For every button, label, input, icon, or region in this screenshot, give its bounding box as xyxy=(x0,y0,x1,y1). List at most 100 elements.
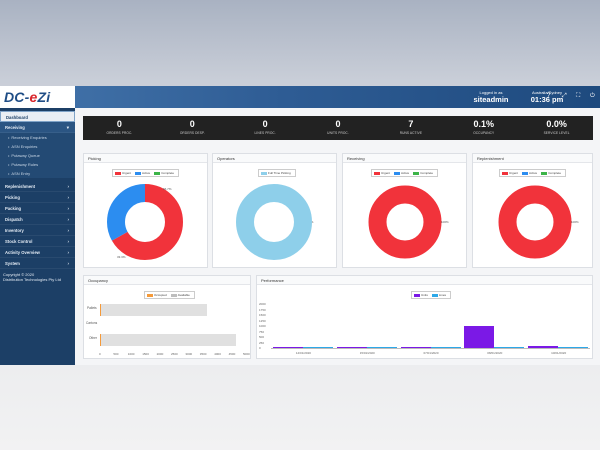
performance-bar-units[interactable] xyxy=(400,346,431,348)
x-tick-label: 3000 xyxy=(185,352,193,356)
sidebar-item-stock-control[interactable]: Stock Control › xyxy=(0,236,75,247)
brand-logo[interactable]: DC-e Zi xyxy=(0,86,75,108)
chevron-right-icon: › xyxy=(67,250,70,255)
sidebar-item-receiving[interactable]: Receiving ▾ xyxy=(0,122,75,133)
sidebar-item-dispatch[interactable]: Dispatch › xyxy=(0,214,75,225)
sidebar-item-system[interactable]: System › xyxy=(0,258,75,269)
logo-text-prefix: DC- xyxy=(4,89,30,105)
legend-item-complete[interactable]: Complete xyxy=(154,171,174,175)
topbar: Logged in as siteadmin Australia/Sydney … xyxy=(75,86,600,108)
app-window: DC-eZi Dashboard Receiving▾ Receiving En… xyxy=(0,86,600,365)
panel-operators: Operators Full Time Picking 1 xyxy=(212,153,337,268)
data-label-full-time: 1 xyxy=(312,220,314,224)
x-tick-label: 10/01/2020 xyxy=(551,351,567,355)
occupancy-bar-available-pallets[interactable] xyxy=(100,304,207,316)
x-tick-label: 3500 xyxy=(199,352,207,356)
sidebar-item-replenishment[interactable]: Replenishment › xyxy=(0,181,75,192)
row-label-pallets: Pallets xyxy=(87,306,97,310)
data-label-active: 33.3% xyxy=(117,255,126,259)
performance-bar-lines[interactable] xyxy=(494,347,525,348)
stat-service-level: 0.0% SERVICE LEVEL xyxy=(543,119,570,135)
legend-item-full-time-picking[interactable]: Full Time Picking xyxy=(261,171,291,175)
chevron-right-icon: › xyxy=(67,239,70,244)
occupancy-bar-occupied-pallets[interactable] xyxy=(100,304,101,316)
occupancy-plot-area: Pallets Cartons Other 0 500 1000 1500 2000 25… xyxy=(84,276,252,360)
stat-runs-active: 7 RUNS ACTIVE xyxy=(399,119,423,135)
panel-occupancy: Occupancy Occupied Available Pallets Car… xyxy=(83,275,251,359)
y-tick-label: 0 xyxy=(259,346,261,350)
data-label-urgent: 100% xyxy=(441,220,449,224)
x-tick-label: 4500 xyxy=(228,352,236,356)
logo-text-suffix: Zi xyxy=(37,89,51,105)
help-icon[interactable]: ? xyxy=(547,93,550,99)
sidebar-subitem-asn-entry[interactable]: ASN Entry xyxy=(0,169,75,178)
x-tick-label: 15/01/2020 xyxy=(359,351,375,355)
row-label-cartons: Cartons xyxy=(86,321,98,325)
sidebar-subitem-receiving-enquiries[interactable]: Receiving Enquiries xyxy=(0,133,75,142)
sidebar-item-picking[interactable]: Picking › xyxy=(0,192,75,203)
x-tick-label: 1500 xyxy=(142,352,149,356)
sidebar-subitem-putaway-queue[interactable]: Putaway Queue xyxy=(0,151,75,160)
chart-legend: Full Time Picking xyxy=(258,169,296,177)
performance-bar-lines[interactable] xyxy=(302,347,333,348)
sidebar-subitem-putaway-rules[interactable]: Putaway Rules xyxy=(0,160,75,169)
stat-occupancy: 0.1% OCCUPANCY xyxy=(473,119,495,135)
x-tick-label: 500 xyxy=(113,352,119,356)
performance-bar-lines[interactable] xyxy=(366,347,397,348)
x-tick-label: 08/01/2020 xyxy=(487,351,503,355)
performance-bar-units[interactable] xyxy=(528,345,559,348)
chevron-right-icon: › xyxy=(67,195,70,200)
occupancy-bar-occupied-other[interactable] xyxy=(100,334,101,346)
legend-item-active[interactable]: Active xyxy=(522,171,537,175)
copyright: Copyright © 2020 Distribution Technologi… xyxy=(3,272,61,282)
performance-plot-area: 2000 1750 1500 1250 1000 750 500 250 0 14/01/2020… xyxy=(257,276,594,360)
legend-item-active[interactable]: Active xyxy=(394,171,409,175)
legend-item-urgent[interactable]: Urgent xyxy=(502,171,518,175)
donut-chart-receiving xyxy=(368,185,442,259)
sidebar-item-activity-overview[interactable]: Activity Overview › xyxy=(0,247,75,258)
chevron-right-icon: › xyxy=(67,261,70,266)
performance-bar-lines[interactable] xyxy=(558,347,589,348)
sidebar-item-dashboard[interactable]: Dashboard xyxy=(0,111,75,122)
donut-chart-replenishment xyxy=(498,185,572,259)
chevron-down-icon: ▾ xyxy=(66,125,69,130)
y-tick-label: 750 xyxy=(259,329,265,334)
x-tick-label: 14/01/2020 xyxy=(295,351,311,355)
sidebar-item-packing[interactable]: Packing › xyxy=(0,203,75,214)
legend-item-complete[interactable]: Complete xyxy=(541,171,561,175)
x-tick-label: 07/01/2020 xyxy=(423,351,439,355)
stats-bar: 0 ORDERS PROC. 0 ORDERS DESP. 0 LINES PROC.… xyxy=(83,116,593,140)
stat-lines-proc: 0 LINES PROC. xyxy=(254,119,276,135)
donut-slice-full-time-picking[interactable] xyxy=(236,184,312,260)
performance-bar-units[interactable] xyxy=(464,326,495,348)
performance-bar-lines[interactable] xyxy=(430,347,461,348)
sidebar-subitem-asn-enquiries[interactable]: ASN Enquiries xyxy=(0,142,75,151)
chart-legend: Urgent Active Complete xyxy=(112,169,180,177)
fullscreen-icon[interactable]: ⛶ xyxy=(576,93,580,100)
legend-item-active[interactable]: Active xyxy=(135,171,150,175)
power-icon[interactable]: ⏻ xyxy=(590,93,595,100)
data-label-urgent: 66.7% xyxy=(163,187,172,191)
y-tick-label: 1250 xyxy=(259,318,266,323)
y-tick-label: 1500 xyxy=(259,313,266,317)
chevron-right-icon: › xyxy=(67,206,70,211)
donut-slice-urgent[interactable] xyxy=(498,185,572,259)
legend-item-urgent[interactable]: Urgent xyxy=(374,171,390,175)
chevron-right-icon: › xyxy=(67,184,70,189)
chevron-right-icon: › xyxy=(67,228,70,233)
sidebar-nav: Dashboard Receiving▾ Receiving Enquiries… xyxy=(0,111,75,269)
sidebar-item-inventory[interactable]: Inventory › xyxy=(0,225,75,236)
panel-title: Receiving xyxy=(343,154,466,163)
expand-icon[interactable]: ⤢ xyxy=(562,93,567,100)
stat-orders-proc: 0 ORDERS PROC. xyxy=(106,119,133,135)
row-label-other: Other xyxy=(89,336,97,340)
performance-bar-units[interactable] xyxy=(272,347,303,348)
panel-title: Replenishment xyxy=(473,154,592,163)
stat-orders-desp: 0 ORDERS DESP. xyxy=(179,119,205,135)
legend-item-complete[interactable]: Complete xyxy=(413,171,433,175)
donut-slice-urgent[interactable] xyxy=(368,185,442,259)
chart-legend: Urgent Active Complete xyxy=(499,169,567,177)
occupancy-bar-available-other[interactable] xyxy=(100,334,236,346)
legend-item-urgent[interactable]: Urgent xyxy=(115,171,131,175)
performance-bar-units[interactable] xyxy=(336,347,367,348)
